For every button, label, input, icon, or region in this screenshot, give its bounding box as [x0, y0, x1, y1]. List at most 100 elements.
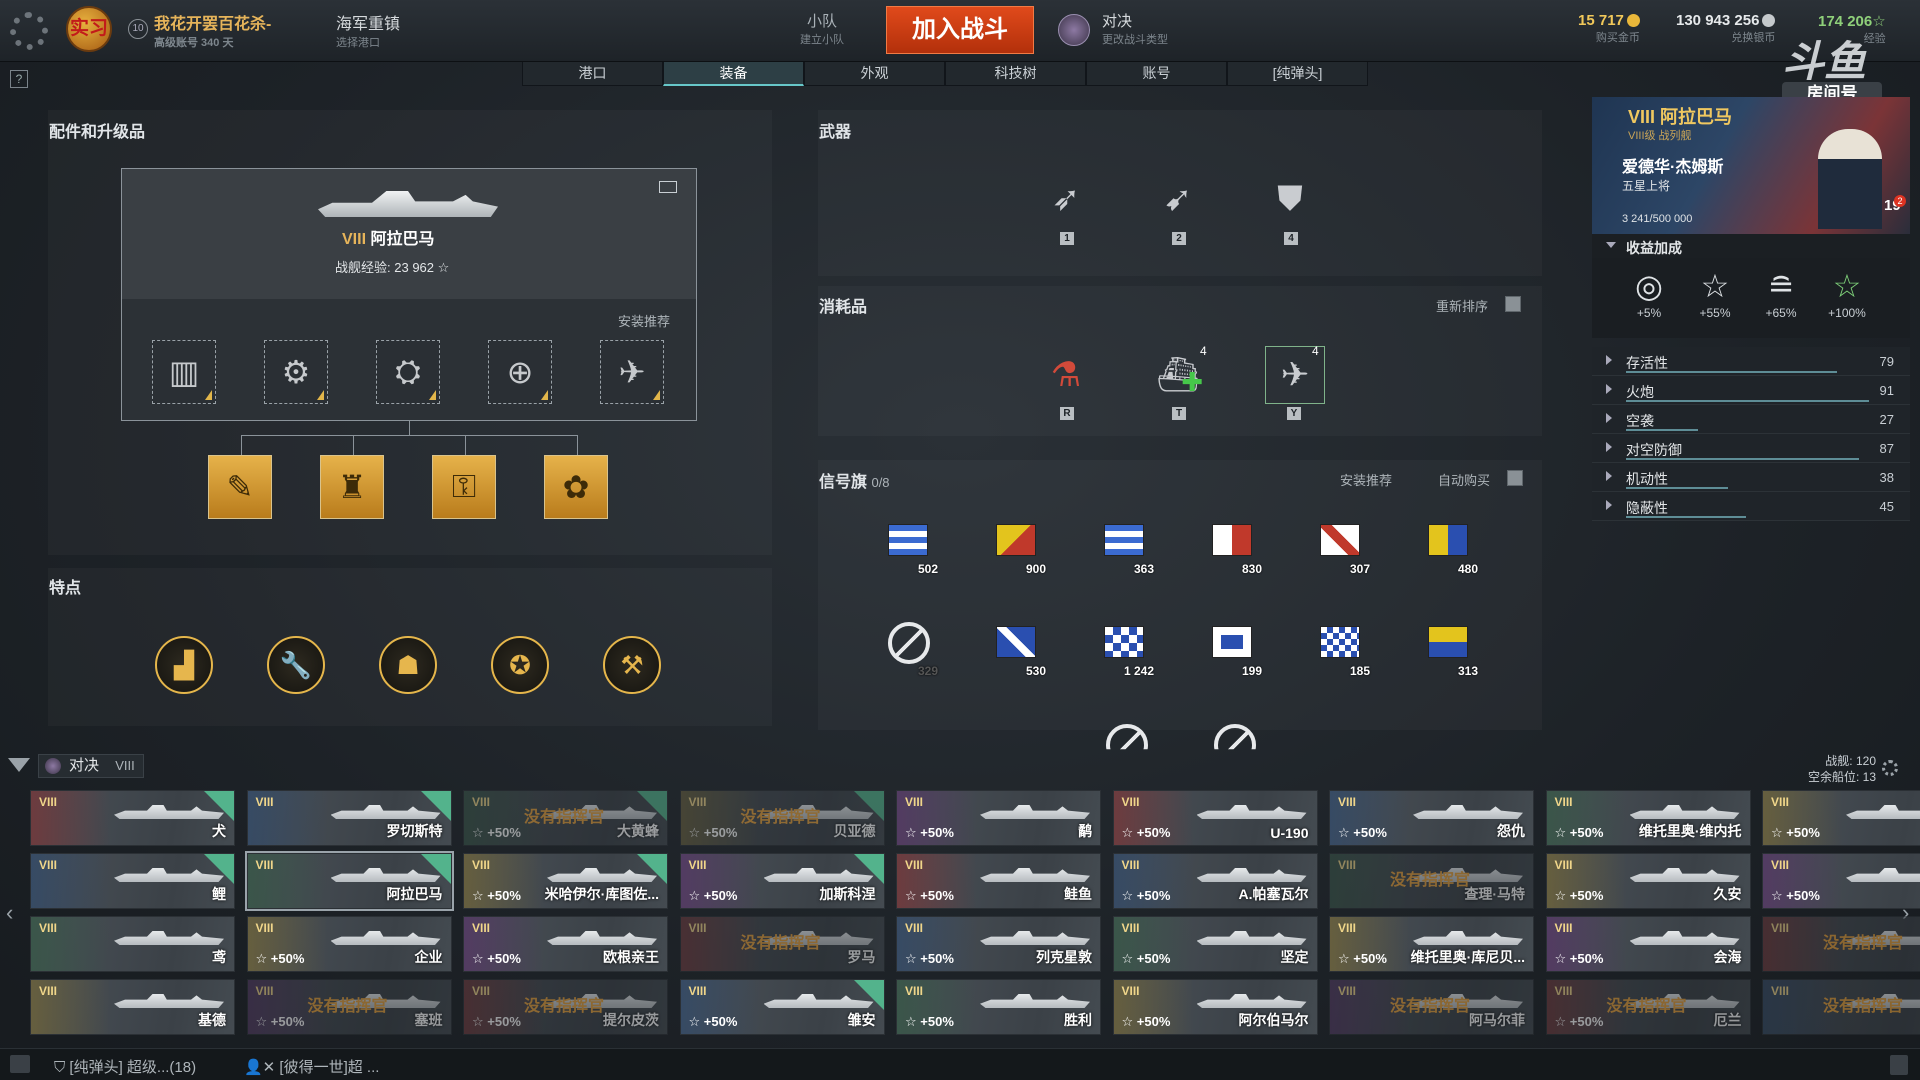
ship-slot[interactable]: VIII 没有指挥官 ☆ +50% 提尔皮茨 [463, 979, 668, 1035]
module-main-battery[interactable]: ▥ [152, 340, 216, 404]
modules-recommend[interactable]: 安装推荐 [618, 311, 670, 330]
signal-flag[interactable]: 199 [1206, 622, 1262, 678]
ship-slot[interactable]: VIII ☆ +50% 米哈伊尔·库图佐... [463, 853, 668, 909]
module-turret[interactable]: ⛭ [376, 340, 440, 404]
trait-wrench-icon[interactable]: 🔧 [267, 636, 325, 694]
signal-flag[interactable]: 363 [1098, 520, 1154, 576]
ship-slot[interactable]: VIII 阿拉巴马 [244, 851, 454, 911]
ship-slot[interactable]: VIII ☆ +50% U-190 [1112, 790, 1318, 846]
upgrade-slot-4[interactable]: ✿ [544, 455, 608, 519]
ship-slot[interactable]: VIII ☆ +50% 怨仇 [1329, 790, 1534, 846]
he-shell-icon[interactable]: ➶ [1041, 174, 1091, 224]
ap-shell-icon[interactable]: ➹ [1153, 174, 1203, 224]
signal-flag[interactable]: 313 [1422, 622, 1478, 678]
ship-slot[interactable]: VIII 没有指挥官 查理·马特 [1329, 853, 1534, 909]
module-engine[interactable]: ⚙ [264, 340, 328, 404]
tab-equipment[interactable]: 装备 [663, 62, 804, 86]
stat-artillery[interactable]: 火炮 91 [1592, 376, 1910, 405]
ship-slot[interactable]: VIII ☆ +50% 维托里奥·库尼贝... [1329, 916, 1534, 972]
ship-slot[interactable]: VIII☆ +50%加 [1762, 853, 1920, 909]
tab-account[interactable]: 账号 [1086, 62, 1227, 86]
upgrade-slot-3[interactable]: ⚿ [432, 455, 496, 519]
ship-slot[interactable]: VIII ☆ +50% 加斯科涅 [679, 853, 885, 909]
airstrike-icon[interactable]: ⛊ [1265, 174, 1315, 224]
signal-flag[interactable]: 502 [882, 520, 938, 576]
module-aircraft[interactable]: ✈ [600, 340, 664, 404]
help-button[interactable]: ? [10, 70, 28, 88]
settings-gear-icon[interactable] [10, 12, 48, 50]
stat-airstrike[interactable]: 空袭 27 [1592, 405, 1910, 434]
trait-commander-icon[interactable]: ☗ [379, 636, 437, 694]
ship-slot[interactable]: VIII 鲤 [30, 853, 235, 909]
ship-slot[interactable]: VIII 没有指挥官 ☆ +50% 厄兰 [1545, 979, 1751, 1035]
camera-icon[interactable] [659, 181, 677, 193]
port-selector[interactable]: 海军重镇 选择港口 [336, 10, 400, 50]
ship-slot[interactable]: VIII ☆ +50% 鲑鱼 [896, 853, 1101, 909]
signal-flag[interactable]: 1 242 [1098, 622, 1154, 678]
ship-slot[interactable]: VIII ☆ +50% 企业 [246, 916, 452, 972]
ship-slot[interactable]: VIII 没有指挥官 [1762, 979, 1920, 1035]
ship-slot[interactable]: VIII 没有指挥官 ☆ +50% 塞班 [246, 979, 452, 1035]
signal-flag[interactable]: 900 [990, 520, 1046, 576]
ship-slot[interactable]: VIII 鸢 [30, 916, 235, 972]
ship-slot[interactable]: VIII ☆ +50% 阿尔伯马尔 [1112, 979, 1318, 1035]
credits-balance[interactable]: 130 943 256 兑换银币 [1676, 12, 1776, 45]
autobuy-checkbox[interactable] [1507, 470, 1523, 486]
ship-slot[interactable]: VIII ☆ +50% 坚定 [1112, 916, 1318, 972]
notification-bell-icon[interactable] [1890, 1055, 1908, 1075]
squad-button[interactable]: 小队 建立小队 [800, 10, 844, 47]
tab-appearance[interactable]: 外观 [804, 62, 945, 86]
ship-slot[interactable]: VIII ☆ +50% 列克星敦 [896, 916, 1101, 972]
reorder-checkbox[interactable] [1505, 296, 1521, 312]
battle-mode-selector[interactable]: 对决 更改战斗类型 [1102, 10, 1168, 47]
ship-slot[interactable]: VIII 罗切斯特 [246, 790, 452, 846]
player-name-block[interactable]: 我花开罢百花杀- 高级账号 340 天 [154, 10, 271, 50]
ship-slot[interactable]: VIII ☆ +50% 胜利 [896, 979, 1101, 1035]
bonus-commander-xp[interactable]: ≘ +65% [1756, 266, 1806, 320]
signal-flag[interactable]: 480 [1422, 520, 1478, 576]
signal-flag[interactable]: 307 [1314, 520, 1370, 576]
signal-flag[interactable]: 185 [1314, 622, 1370, 678]
bonus-xp[interactable]: ☆ +55% [1690, 266, 1740, 320]
stat-aa-defense[interactable]: 对空防御 87 [1592, 434, 1910, 463]
signal-flag[interactable]: 830 [1206, 520, 1262, 576]
chat-channel-clan[interactable]: ⛉ [纯弹头] 超级...(18) [54, 1056, 196, 1077]
gold-balance[interactable]: 15 717 购买金币 [1578, 12, 1640, 45]
ship-slot[interactable]: VIII 没有指挥官 [1762, 916, 1920, 972]
battle-mode-icon[interactable] [1058, 14, 1090, 46]
bonus-credits[interactable]: ◎ +5% [1624, 266, 1674, 320]
ship-slot[interactable]: VIII 没有指挥官 阿马尔菲 [1329, 979, 1534, 1035]
ship-slot[interactable]: VIII ☆ +50% 久安 [1545, 853, 1751, 909]
signals-recommend[interactable]: 安装推荐 [1340, 470, 1392, 489]
bonus-free-xp[interactable]: ☆ +100% [1822, 266, 1872, 320]
damage-control-icon[interactable]: ⚗ [1041, 350, 1091, 400]
stat-concealment[interactable]: 隐蔽性 45 [1592, 492, 1910, 521]
join-battle-button[interactable]: 加入战斗 [886, 6, 1034, 54]
upgrade-slot-1[interactable]: ✎ [208, 455, 272, 519]
ship-slot[interactable]: VIII ☆ +50% [1762, 790, 1920, 846]
stat-survivability[interactable]: 存活性 79 [1592, 347, 1910, 376]
tab-tech-tree[interactable]: 科技树 [945, 62, 1086, 86]
signal-flag[interactable]: 530 [990, 622, 1046, 678]
signal-flag-empty[interactable]: 329 [882, 622, 938, 678]
stat-maneuverability[interactable]: 机动性 38 [1592, 463, 1910, 492]
ship-slot[interactable]: VIII 基德 [30, 979, 235, 1035]
ship-slot[interactable]: VIII 没有指挥官 ☆ +50% 贝亚德 [679, 790, 885, 846]
repair-party-icon[interactable]: ⛴ ✚ [1153, 350, 1203, 400]
ship-slot[interactable]: VIII 没有指挥官 罗马 [679, 916, 885, 972]
upgrade-slot-2[interactable]: ♜ [320, 455, 384, 519]
trait-ranking-icon[interactable]: ▟ [155, 636, 213, 694]
ship-slot[interactable]: VIII 没有指挥官 ☆ +50% 大黄蜂 [463, 790, 668, 846]
ship-slot[interactable]: VIII ☆ +50% 鹬 [896, 790, 1101, 846]
ship-slot[interactable]: VIII 犬 [30, 790, 235, 846]
bonus-header[interactable]: 收益加成 [1592, 234, 1910, 258]
trait-hammer-icon[interactable]: ⚒ [603, 636, 661, 694]
module-fire-control[interactable]: ⊕ [488, 340, 552, 404]
ship-slot[interactable]: VIII ☆ +50% A.帕塞瓦尔 [1112, 853, 1318, 909]
chat-icon[interactable] [10, 1055, 30, 1073]
ship-slot[interactable]: VIII ☆ +50% 维托里奥·维内托 [1545, 790, 1751, 846]
trait-laurel-star-icon[interactable]: ✪ [491, 636, 549, 694]
ship-slot[interactable]: VIII ☆ +50% 会海 [1545, 916, 1751, 972]
chat-channel-user[interactable]: 👤✕ [彼得一世]超 ... [244, 1056, 379, 1077]
commander-card[interactable]: VIII 阿拉巴马 VIII级 战列舰 爱德华·杰姆斯 五星上将 3 241/5… [1592, 97, 1910, 234]
